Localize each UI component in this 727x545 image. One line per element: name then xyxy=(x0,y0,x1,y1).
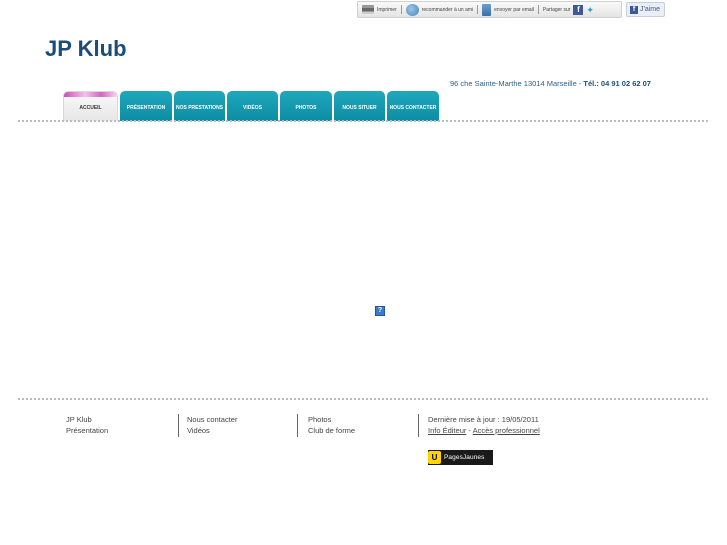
last-update-text: Dernière mise à jour : 19/05/2011 xyxy=(428,415,539,424)
facebook-icon[interactable]: f xyxy=(573,4,584,15)
footer-separator xyxy=(178,414,179,437)
footer-link-contact[interactable]: Nous contacter xyxy=(187,414,237,425)
facebook-like-button[interactable]: f J'aime xyxy=(626,2,665,17)
footer-link-home[interactable]: JP Klub xyxy=(66,414,108,425)
footer-column-2: Nous contacter Vidéos xyxy=(187,414,237,436)
email-label: envoyer par email xyxy=(494,6,534,13)
missing-plugin-icon[interactable]: ? xyxy=(375,306,385,316)
footer-link-presentation[interactable]: Présentation xyxy=(66,425,108,436)
footer-link-club[interactable]: Club de forme xyxy=(308,425,355,436)
tab-photos[interactable]: Photos xyxy=(280,91,332,121)
tab-nos-prestations[interactable]: Nos prestations xyxy=(174,91,225,121)
phone-number: Tél.: 04 91 02 62 07 xyxy=(583,79,651,88)
facebook-like-icon: f xyxy=(630,5,638,14)
header-divider xyxy=(18,120,708,122)
info-editor-link[interactable]: Info Éditeur xyxy=(428,426,466,435)
footer-link-photos[interactable]: Photos xyxy=(308,414,355,425)
email-icon xyxy=(482,3,492,16)
tab-nous-situer[interactable]: Nous situer xyxy=(334,91,385,121)
printer-icon xyxy=(362,5,374,14)
share-group: Partager sur f ✦ xyxy=(542,4,597,15)
footer-info-links: Info Éditeur - Accès professionnel xyxy=(428,425,540,436)
tab-videos[interactable]: Vidéos xyxy=(227,91,278,121)
recommend-link[interactable]: recommander à un ami xyxy=(405,3,474,16)
recommend-icon xyxy=(405,3,419,16)
footer-separator xyxy=(418,414,419,437)
pagesjaunes-label: PagesJaunes xyxy=(444,454,485,461)
toolbar-divider xyxy=(400,5,402,14)
tab-presentation[interactable]: Présentation xyxy=(120,91,172,121)
footer-separator xyxy=(297,414,298,437)
footer-column-3: Photos Club de forme xyxy=(308,414,355,436)
pagesjaunes-logo-icon: U xyxy=(428,451,441,464)
pro-access-link[interactable]: Accès professionnel xyxy=(473,426,540,435)
footer-divider xyxy=(18,398,708,400)
contact-line: 96 che Sainte-Marthe 13014 Marseille - T… xyxy=(450,79,651,88)
twitter-icon[interactable]: ✦ xyxy=(586,5,596,14)
toolbar-divider xyxy=(477,5,479,14)
recommend-label: recommander à un ami xyxy=(421,6,474,13)
print-link[interactable]: Imprimer xyxy=(362,5,397,14)
footer-link-videos[interactable]: Vidéos xyxy=(187,425,237,436)
tab-nous-contacter[interactable]: Nous contacter xyxy=(387,91,439,121)
footer-info: Dernière mise à jour : 19/05/2011 Info É… xyxy=(428,414,540,436)
address-text: 96 che Sainte-Marthe 13014 Marseille xyxy=(450,79,577,88)
toolbar-divider xyxy=(537,5,539,14)
email-link[interactable]: envoyer par email xyxy=(482,3,534,16)
share-label: Partager sur xyxy=(542,6,571,13)
pagesjaunes-badge[interactable]: U PagesJaunes xyxy=(428,450,493,465)
tab-accueil[interactable]: Accueil xyxy=(63,91,118,121)
footer-column-1: JP Klub Présentation xyxy=(66,414,108,436)
print-label: Imprimer xyxy=(377,6,397,13)
like-label: J'aime xyxy=(640,6,661,13)
share-toolbar: Imprimer recommander à un ami envoyer pa… xyxy=(357,1,622,18)
site-title[interactable]: JP Klub xyxy=(45,36,127,62)
main-nav: Accueil Présentation Nos prestations Vid… xyxy=(63,91,441,121)
